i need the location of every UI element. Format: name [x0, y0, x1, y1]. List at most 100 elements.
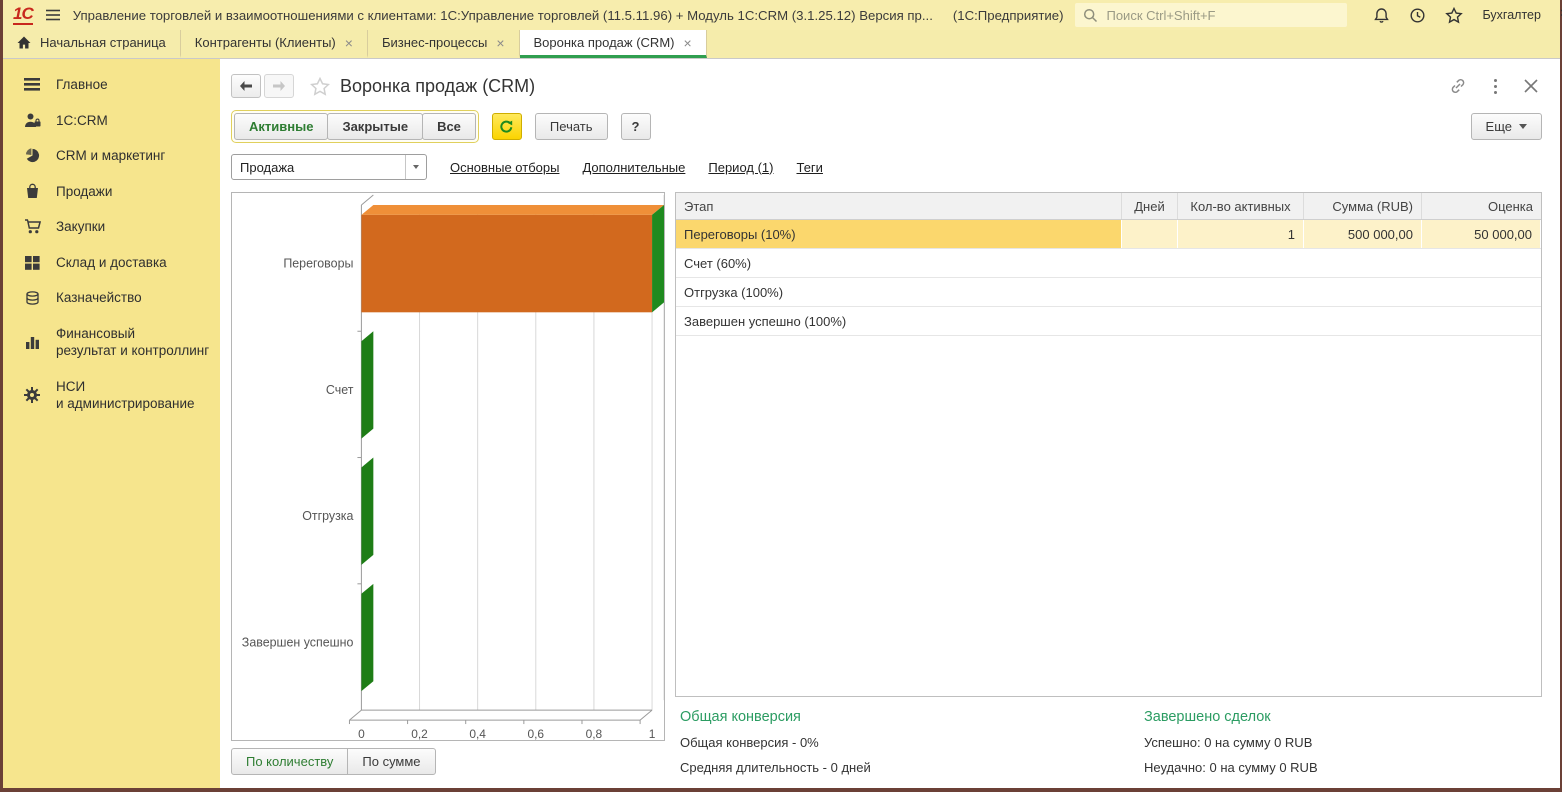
cell-estimate: [1422, 278, 1541, 306]
tab-label: Контрагенты (Клиенты): [194, 35, 336, 50]
x-tick-label: 1: [649, 727, 656, 740]
column-header-estimate[interactable]: Оценка: [1422, 193, 1541, 219]
print-button[interactable]: Печать: [534, 113, 608, 140]
sidebar-item-1c-crm[interactable]: 1С:CRM: [3, 103, 220, 139]
zero-bar-edge: [361, 331, 374, 439]
sidebar-item-administration[interactable]: НСИ и администрирование: [3, 369, 220, 422]
sidebar-item-warehouse[interactable]: Склад и доставка: [3, 245, 220, 281]
chart-category-label: Счет: [326, 383, 354, 397]
back-button[interactable]: [231, 74, 261, 98]
search-icon: [1083, 8, 1098, 23]
sidebar-item-financial-result[interactable]: Финансовый результат и контроллинг: [3, 316, 220, 369]
kebab-menu-icon[interactable]: [1494, 78, 1497, 94]
cell-stage: Счет (60%): [684, 255, 752, 271]
cell-active-count: 1: [1178, 220, 1304, 248]
pie-chart-icon: [23, 148, 41, 163]
x-tick-label: 0,6: [527, 727, 544, 740]
favorites-star-icon[interactable]: [1445, 6, 1464, 24]
closed-deals-stats: Завершено сделок Успешно: 0 на сумму 0 R…: [1144, 709, 1542, 785]
link-tags-filter[interactable]: Теги: [796, 160, 822, 175]
sidebar-item-label: Главное: [56, 77, 108, 92]
sidebar-item-label: 1С:CRM: [56, 112, 108, 128]
sidebar-item-sales[interactable]: Продажи: [3, 174, 220, 210]
current-user-label[interactable]: Бухгалтер: [1482, 8, 1540, 22]
cell-estimate: 50 000,00: [1422, 220, 1541, 248]
bar-side-face: [652, 204, 664, 313]
window-title: Управление торговлей и взаимоотношениями…: [72, 7, 933, 23]
close-tab-icon[interactable]: ×: [683, 36, 691, 50]
bar-front-face: [361, 214, 653, 313]
gear-icon: [23, 387, 41, 404]
average-duration-value: Средняя длительность - 0 дней: [680, 760, 871, 775]
funnel-bar-chart: Переговоры Счет Отгрузка Завершен успешно 0 0…: [242, 194, 664, 740]
column-header-stage[interactable]: Этап: [676, 193, 1122, 219]
menu-icon: [23, 78, 41, 91]
combo-arrow-button[interactable]: [405, 155, 426, 179]
header-right-icons: [1449, 77, 1542, 95]
x-tick-label: 0: [358, 727, 365, 740]
tab-counterparties[interactable]: Контрагенты (Клиенты) ×: [181, 30, 368, 58]
cell-days: [1122, 307, 1178, 335]
summary-stats: Общая конверсия Общая конверсия - 0% Сре…: [675, 709, 1542, 785]
home-icon: [17, 36, 31, 49]
close-form-icon[interactable]: [1524, 79, 1538, 93]
column-header-sum[interactable]: Сумма (RUB): [1304, 193, 1422, 219]
table-row[interactable]: Переговоры (10%) 1 500 000,00 50 000,00: [676, 220, 1541, 249]
cell-estimate: [1422, 307, 1541, 335]
history-icon[interactable]: [1409, 7, 1426, 24]
conversion-stats-title: Общая конверсия: [680, 709, 801, 725]
link-period-filter[interactable]: Период (1): [708, 160, 773, 175]
logo-1c: 1С: [13, 4, 34, 25]
closed-failed-value: Неудачно: 0 на сумму 0 RUB: [1144, 760, 1318, 775]
close-tab-icon[interactable]: ×: [496, 36, 504, 50]
more-button[interactable]: Еще: [1470, 113, 1542, 140]
tab-label: Воронка продаж (CRM): [533, 35, 675, 50]
titlebar: 1С Управление торговлей и взаимоотношени…: [3, 0, 1562, 30]
table-row[interactable]: Счет (60%): [676, 249, 1541, 278]
coins-icon: [23, 290, 41, 306]
add-favorite-star-icon[interactable]: [310, 76, 330, 96]
search-input[interactable]: [1104, 6, 1340, 24]
floor-right-edge: [639, 709, 653, 721]
close-tab-icon[interactable]: ×: [345, 36, 353, 50]
forward-button[interactable]: [264, 74, 294, 98]
segment-all-deals[interactable]: Все: [422, 113, 476, 140]
table-row[interactable]: Завершен успешно (100%): [676, 307, 1541, 336]
column-header-days[interactable]: Дней: [1122, 193, 1178, 219]
link-additional-filters[interactable]: Дополнительные: [582, 160, 685, 175]
sidebar-item-label: Продажи: [56, 183, 113, 199]
cell-active-count: [1178, 278, 1304, 306]
tab-business-processes[interactable]: Бизнес-процессы ×: [368, 30, 520, 58]
tab-label: Начальная страница: [40, 35, 166, 50]
tab-sales-funnel[interactable]: Воронка продаж (CRM) ×: [519, 30, 707, 58]
get-link-icon[interactable]: [1449, 77, 1467, 95]
toggle-by-sum-button[interactable]: По сумме: [347, 748, 436, 775]
funnel-kind-select[interactable]: Продажа: [231, 154, 427, 180]
link-main-filters[interactable]: Основные отборы: [450, 160, 559, 175]
closed-deals-title: Завершено сделок: [1144, 709, 1271, 725]
sidebar-item-treasury[interactable]: Казначейство: [3, 280, 220, 316]
sidebar-item-purchases[interactable]: Закупки: [3, 209, 220, 245]
help-button[interactable]: ?: [620, 113, 651, 140]
refresh-button[interactable]: [491, 113, 522, 140]
sidebar-item-label: Финансовый результат и контроллинг: [56, 325, 210, 359]
table-empty-area: [676, 336, 1541, 696]
sidebar-item-main[interactable]: Главное: [3, 67, 220, 103]
tab-home[interactable]: Начальная страница: [3, 30, 181, 58]
segment-closed-deals[interactable]: Закрытые: [327, 113, 424, 140]
chevron-down-icon: [413, 165, 419, 169]
segment-active-deals[interactable]: Активные: [234, 113, 329, 140]
grid-icon: [23, 255, 41, 270]
global-search[interactable]: [1075, 3, 1348, 27]
table-row[interactable]: Отгрузка (100%): [676, 278, 1541, 307]
cell-sum: [1304, 278, 1422, 306]
column-header-active-count[interactable]: Кол-во активных: [1178, 193, 1304, 219]
cell-days: [1122, 220, 1178, 248]
toggle-by-count-button[interactable]: По количеству: [231, 748, 349, 775]
sidebar-item-label: НСИ и администрирование: [56, 378, 195, 412]
sidebar-item-crm-marketing[interactable]: CRM и маркетинг: [3, 138, 220, 174]
notifications-bell-icon[interactable]: [1373, 7, 1390, 24]
cell-estimate: [1422, 249, 1541, 277]
axis-depth-top: [361, 194, 374, 206]
main-menu-icon[interactable]: [45, 8, 61, 22]
